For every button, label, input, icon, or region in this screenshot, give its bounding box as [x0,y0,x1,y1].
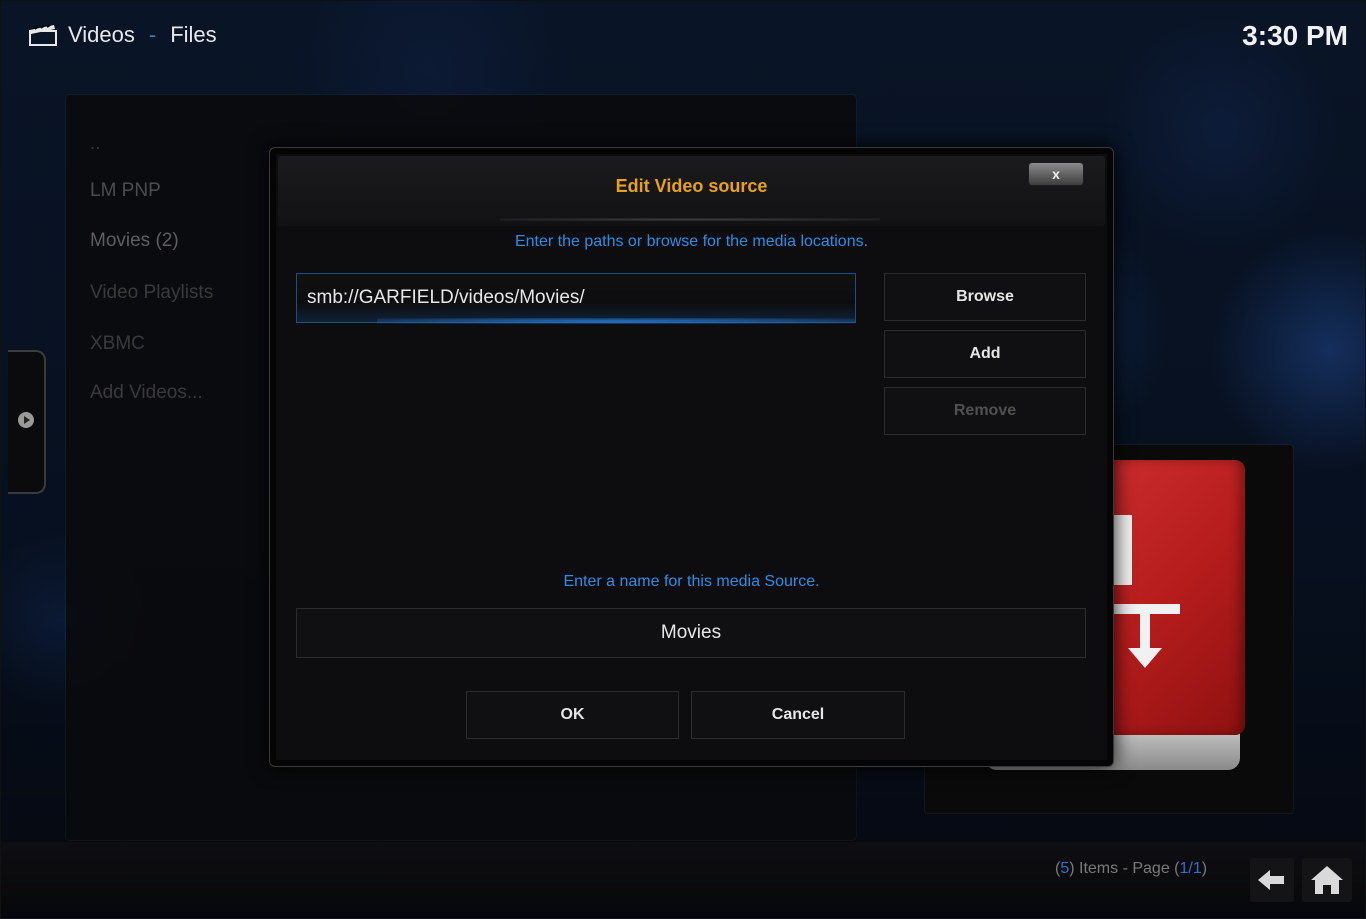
dialog-title: Edit Video source [615,176,768,196]
list-item-video-playlists[interactable]: Video Playlists [90,282,213,304]
source-name-input[interactable]: Movies [296,608,1086,658]
ok-button[interactable]: OK [466,691,679,739]
source-path-input[interactable]: smb://GARFIELD/videos/Movies/ [296,273,856,324]
page-subtitle: Files [170,22,217,47]
list-item-xbmc[interactable]: XBMC [90,333,145,355]
items-label: ) Items - Page ( [1069,860,1180,877]
list-item-movies[interactable]: Movies (2) [90,230,179,252]
page-number: 1/1 [1179,860,1202,877]
breadcrumb: Videos - Files [28,22,217,48]
clock: 3:30 PM [1242,20,1348,51]
name-prompt: Enter a name for this media Source. [563,573,820,590]
list-item-add-videos[interactable]: Add Videos... [90,382,203,404]
chevron-right-icon [18,412,34,428]
home-button[interactable] [1302,858,1352,902]
edit-video-source-dialog: x Edit Video source Enter the paths or b… [269,147,1114,767]
remove-button[interactable]: Remove [884,387,1086,435]
page-title: Videos [68,22,135,47]
items-count: 5 [1060,860,1070,877]
add-button[interactable]: Add [884,330,1086,378]
side-menu-tab[interactable] [8,350,46,494]
browse-button[interactable]: Browse [884,273,1086,321]
back-arrow-icon [1258,870,1284,890]
list-item-lm-pnp[interactable]: LM PNP [90,180,161,202]
list-item-parent[interactable]: .. [90,133,101,155]
paths-prompt: Enter the paths or browse for the media … [514,233,869,250]
clapperboard-icon [28,24,58,46]
cancel-button[interactable]: Cancel [691,691,905,739]
items-page-info: (5) Items - Page (1/1) [1055,860,1208,877]
home-icon [1311,866,1343,894]
title-separator: - [148,22,157,47]
download-arrow-icon [1110,604,1180,668]
back-button[interactable] [1250,858,1294,902]
dialog-header-glow [500,218,880,221]
